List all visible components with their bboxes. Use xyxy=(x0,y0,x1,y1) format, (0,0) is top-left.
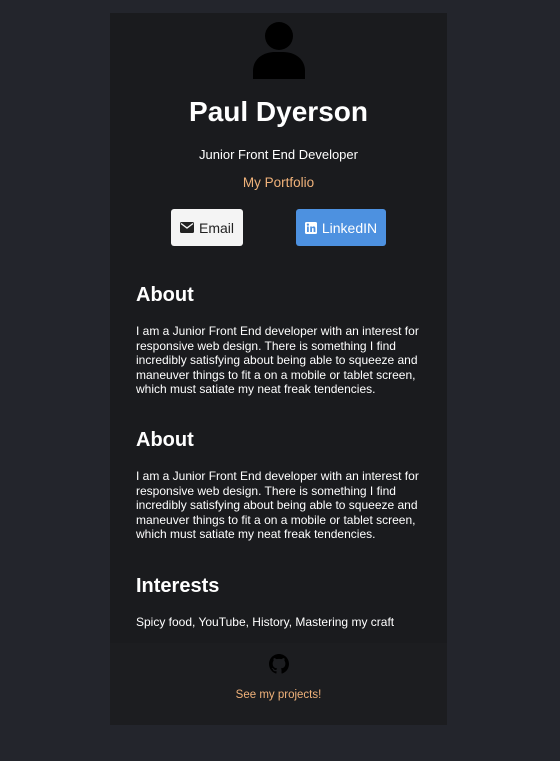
github-icon[interactable] xyxy=(269,654,289,674)
email-button[interactable]: Email xyxy=(171,209,243,246)
linkedin-button-label: LinkedIN xyxy=(321,219,378,236)
section-title-about-2: About xyxy=(136,429,194,451)
section-text-about: I am a Junior Front End developer with a… xyxy=(136,324,419,396)
section-text-interests: Spicy food, YouTube, History, Mastering … xyxy=(136,615,395,629)
profile-card: Paul Dyerson Junior Front End Developer … xyxy=(110,13,447,725)
portfolio-link[interactable]: My Portfolio xyxy=(110,175,447,191)
see-projects-link[interactable]: See my projects! xyxy=(110,688,447,702)
linkedin-button[interactable]: LinkedIN xyxy=(296,209,386,246)
linkedin-icon xyxy=(304,221,317,234)
section-text-about-2: I am a Junior Front End developer with a… xyxy=(136,469,419,541)
profile-name: Paul Dyerson xyxy=(189,96,368,127)
footer: See my projects! xyxy=(110,643,447,725)
user-icon xyxy=(253,21,305,79)
section-title-about: About xyxy=(136,284,194,306)
email-button-label: Email xyxy=(198,219,234,236)
profile-role: Junior Front End Developer xyxy=(199,147,358,162)
envelope-icon xyxy=(179,222,194,233)
section-title-interests: Interests xyxy=(136,575,220,597)
